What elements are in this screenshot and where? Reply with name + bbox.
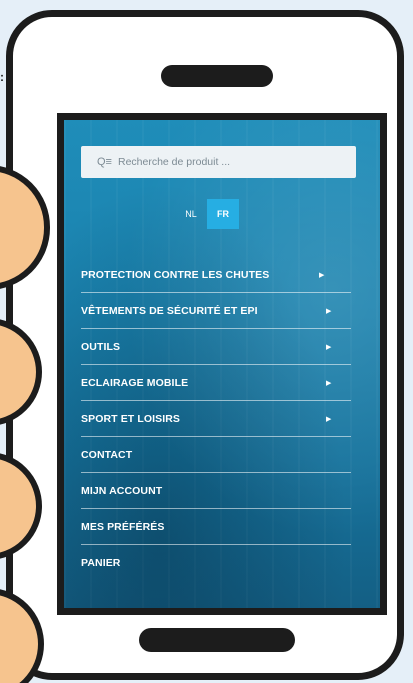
menu-item-vetements-de-securite[interactable]: VÊTEMENTS DE SÉCURITÉ ET EPI ▶ [81,293,351,329]
menu-item-contact[interactable]: CONTACT [81,437,351,473]
menu-item-outils[interactable]: OUTILS ▶ [81,329,351,365]
home-bar [139,628,295,652]
main-menu: PROTECTION CONTRE LES CHUTES ▶ VÊTEMENTS… [81,257,351,580]
search-bar[interactable]: Q≡ [81,146,356,178]
menu-item-label: VÊTEMENTS DE SÉCURITÉ ET EPI [81,304,258,317]
search-icon: Q≡ [97,156,112,168]
search-input[interactable] [117,156,338,168]
menu-item-protection-contre-les-chutes[interactable]: PROTECTION CONTRE LES CHUTES ▶ [81,257,351,293]
menu-item-panier[interactable]: PANIER [81,545,351,580]
menu-item-mes-preferes[interactable]: MES PRÉFÉRÉS [81,509,351,545]
menu-item-label: MES PRÉFÉRÉS [81,520,165,533]
submenu-arrow-icon: ▶ [326,343,332,351]
phone-speaker [161,65,273,87]
menu-item-label: PANIER [81,556,121,569]
phone-frame: Q≡ NL FR PROTECTION CONTRE LES CHUTES ▶ … [6,10,404,680]
submenu-arrow-icon: ▶ [326,415,332,423]
menu-item-label: PROTECTION CONTRE LES CHUTES [81,268,270,281]
language-fr[interactable]: FR [207,199,239,229]
language-switcher: NL FR [175,199,239,229]
menu-item-eclairage-mobile[interactable]: ECLAIRAGE MOBILE ▶ [81,365,351,401]
menu-item-mijn-account[interactable]: MIJN ACCOUNT [81,473,351,509]
language-nl[interactable]: NL [175,199,207,229]
submenu-arrow-icon: ▶ [326,307,332,315]
menu-item-label: OUTILS [81,340,121,353]
menu-item-sport-et-loisirs[interactable]: SPORT ET LOISIRS ▶ [81,401,351,437]
menu-item-label: SPORT ET LOISIRS [81,412,181,425]
phone-screen: Q≡ NL FR PROTECTION CONTRE LES CHUTES ▶ … [57,113,387,615]
submenu-arrow-icon: ▶ [326,379,332,387]
menu-item-label: CONTACT [81,448,133,461]
submenu-arrow-icon: ▶ [319,271,325,279]
menu-item-label: ECLAIRAGE MOBILE [81,376,189,389]
menu-item-label: MIJN ACCOUNT [81,484,163,497]
illustration: : Q≡ NL FR PROTECTION CONTRE LES CHUTES … [0,0,413,683]
